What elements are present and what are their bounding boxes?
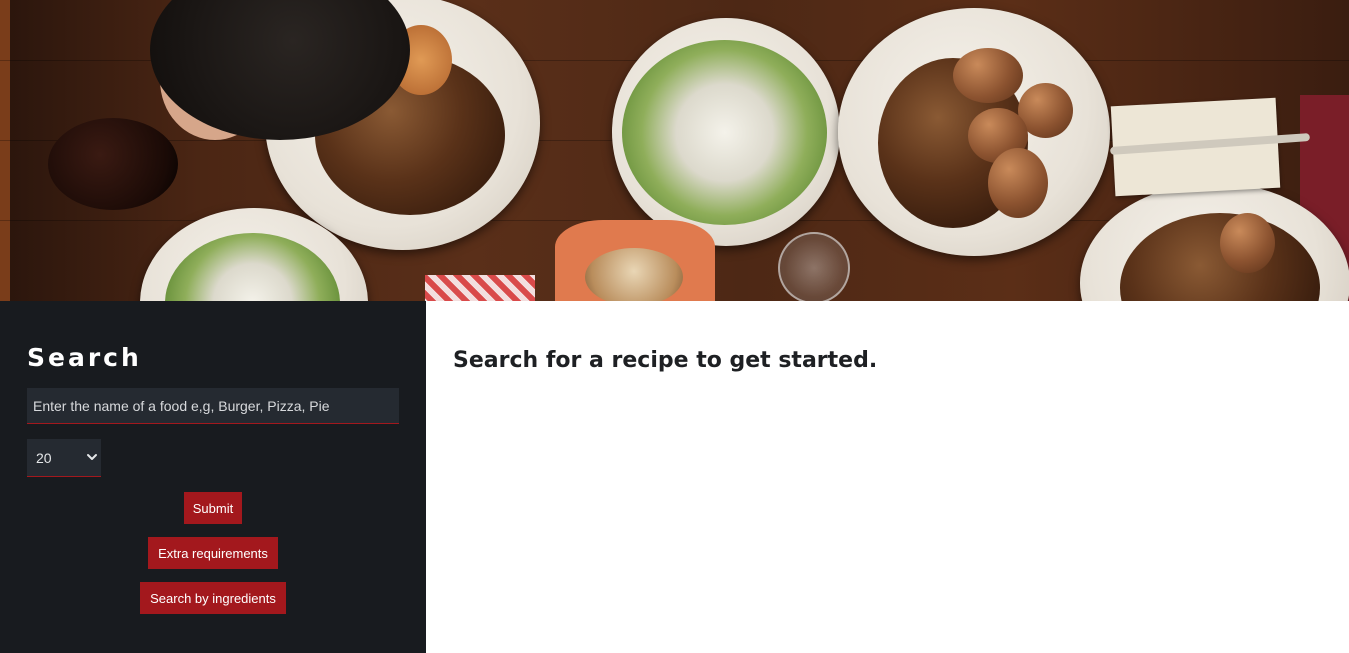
extra-requirements-button[interactable]: Extra requirements: [148, 537, 278, 569]
search-sidebar: Search 20 Submit Extra requirements Sear…: [0, 301, 426, 653]
plate: [838, 8, 1110, 256]
water-glass: [778, 232, 850, 301]
drink-glass: [48, 118, 178, 210]
hero-image: [0, 0, 1349, 301]
empty-state-message: Search for a recipe to get started.: [453, 348, 878, 373]
chevron-down-icon: [87, 454, 97, 460]
search-by-ingredients-button[interactable]: Search by ingredients: [140, 582, 286, 614]
result-count-value: 20: [36, 450, 52, 466]
results-panel: Search for a recipe to get started.: [426, 301, 1349, 653]
potato: [953, 48, 1023, 103]
plate: [612, 18, 840, 246]
search-input[interactable]: [27, 388, 399, 424]
salad-dish: [622, 40, 827, 225]
potato: [988, 148, 1048, 218]
salad-dish: [165, 233, 340, 301]
result-count-select[interactable]: 20: [27, 439, 101, 477]
checkered-cloth: [425, 275, 535, 301]
meat-dish: [1120, 213, 1320, 301]
submit-button[interactable]: Submit: [184, 492, 242, 524]
table-edge: [0, 0, 10, 301]
search-title: Search: [27, 343, 142, 372]
potato: [1220, 213, 1275, 273]
bread: [585, 248, 683, 301]
